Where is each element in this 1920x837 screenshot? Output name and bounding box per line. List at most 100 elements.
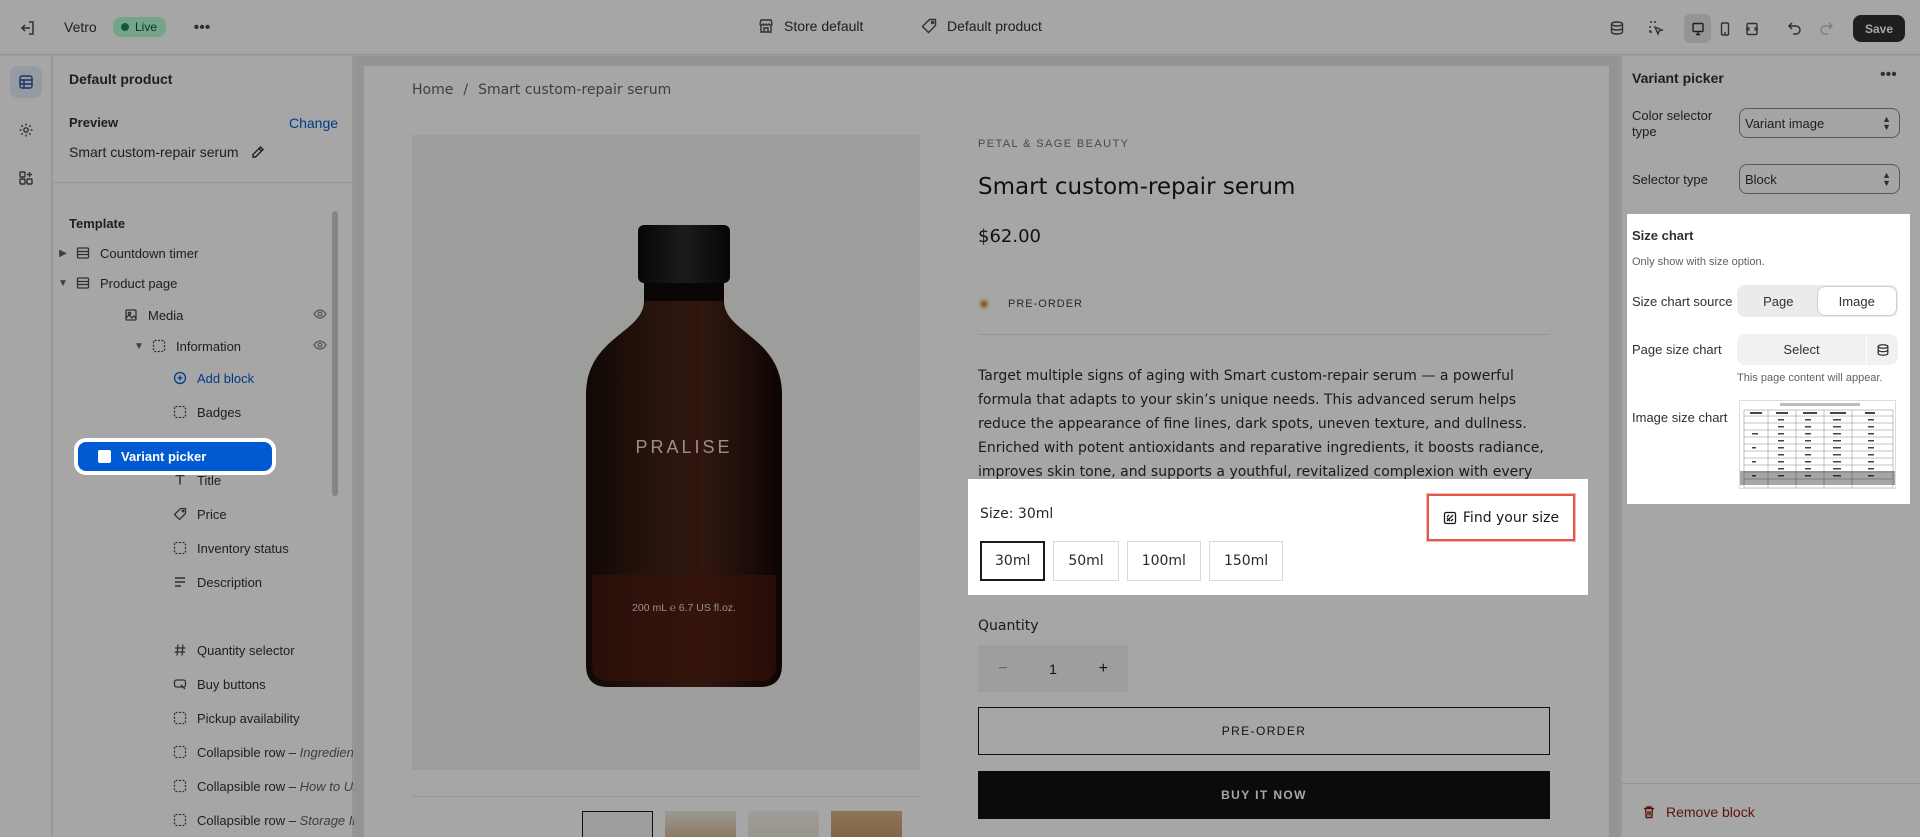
sidebar-title: Default product — [69, 71, 173, 87]
sections-icon[interactable] — [10, 66, 42, 98]
source-option-image[interactable]: Image — [1817, 287, 1896, 315]
inspector-icon[interactable] — [1644, 16, 1668, 40]
tree-item-label: Price — [197, 506, 227, 522]
block-icon — [172, 778, 188, 794]
size-chart-source-toggle: Page Image — [1737, 285, 1898, 317]
thumbnail-3[interactable] — [748, 811, 819, 837]
remove-block-label: Remove block — [1666, 804, 1755, 820]
buy-now-button[interactable]: BUY IT NOW — [978, 771, 1550, 819]
serum-bottle-image: PRALISE 200 mL ℮ 6.7 US fl.oz. — [586, 225, 782, 687]
tree-item-media[interactable]: Media — [123, 301, 343, 329]
plus-icon[interactable]: + — [1099, 660, 1108, 678]
add-block-button[interactable]: Add block — [172, 364, 254, 392]
store-selector[interactable]: Store default — [758, 18, 863, 34]
selector-type-value: Block — [1745, 171, 1777, 187]
database-icon[interactable] — [1867, 343, 1898, 357]
template-heading: Template — [69, 216, 126, 231]
save-button[interactable]: Save — [1853, 15, 1905, 42]
thumbnail-1[interactable] — [582, 811, 653, 837]
color-selector-select[interactable]: Variant image ▲ ▼ — [1739, 108, 1900, 138]
template-selector[interactable]: Default product — [921, 18, 1042, 34]
minus-icon[interactable]: − — [998, 660, 1007, 678]
apps-icon[interactable] — [10, 162, 42, 194]
tree-item-product-page[interactable]: ▼ Product page — [57, 269, 177, 297]
remove-block-button[interactable]: Remove block — [1642, 804, 1755, 820]
eye-icon[interactable] — [313, 307, 327, 324]
thumbnail-4[interactable] — [831, 811, 902, 837]
more-options-icon[interactable]: ••• — [1880, 66, 1897, 84]
app-name: Vetro — [64, 19, 97, 35]
change-preview-link[interactable]: Change — [289, 115, 338, 131]
page-select-button[interactable]: Select — [1737, 334, 1867, 365]
block-icon — [172, 540, 188, 556]
live-dot — [121, 23, 129, 31]
quantity-value[interactable]: 1 — [1049, 661, 1057, 677]
tree-item-countdown-timer[interactable]: ▶ Countdown timer — [57, 239, 198, 267]
block-icon — [172, 744, 188, 760]
edit-pencil-icon[interactable] — [251, 145, 265, 159]
eye-icon[interactable] — [313, 338, 327, 355]
block-icon — [172, 812, 188, 828]
tree-item-description[interactable]: Description — [172, 568, 262, 596]
tree-item-information[interactable]: ▼ Information — [134, 332, 343, 360]
more-actions-icon[interactable]: ••• — [190, 16, 214, 40]
product-image[interactable]: PRALISE 200 mL ℮ 6.7 US fl.oz. — [412, 135, 920, 770]
undo-icon[interactable] — [1782, 16, 1806, 40]
media-icon — [123, 307, 139, 323]
add-circle-icon — [172, 370, 188, 386]
mobile-view-icon[interactable] — [1711, 14, 1738, 43]
section-icon — [75, 275, 91, 291]
fullwidth-view-icon[interactable] — [1738, 14, 1765, 43]
chevron-down-icon[interactable]: ▼ — [133, 341, 145, 352]
top-bar: Vetro Live ••• Store default Default pro… — [0, 0, 1920, 55]
breadcrumb-home[interactable]: Home — [412, 82, 453, 98]
left-rail — [0, 56, 52, 837]
preorder-button[interactable]: PRE-ORDER — [978, 707, 1550, 755]
size-option-30ml[interactable]: 30ml — [980, 541, 1046, 581]
desktop-view-icon[interactable] — [1684, 14, 1711, 43]
button-icon — [172, 676, 188, 692]
sidebar-scrollbar[interactable] — [332, 211, 338, 496]
size-chart-heading: Size chart — [1632, 228, 1694, 243]
size-chart-source-label: Size chart source — [1632, 294, 1733, 309]
tree-item-quantity-selector[interactable]: Quantity selector — [172, 636, 295, 664]
size-option-50ml[interactable]: 50ml — [1053, 541, 1119, 581]
tree-item-label: Countdown timer — [100, 245, 199, 261]
database-icon[interactable] — [1605, 16, 1629, 40]
tree-item-label: Variant picker — [121, 449, 207, 464]
tree-item-label: Media — [148, 307, 184, 323]
tree-item-variant-picker[interactable]: Variant picker — [78, 442, 272, 471]
product-title: Smart custom-repair serum — [978, 174, 1296, 200]
page-size-chart-picker: Select — [1737, 334, 1898, 365]
tree-item-collapsible-how-to-use[interactable]: Collapsible row – How to Use — [172, 772, 367, 800]
find-your-size-button[interactable]: Find your size — [1427, 494, 1575, 541]
chevron-down-icon[interactable]: ▼ — [57, 278, 69, 289]
chevron-right-icon[interactable]: ▶ — [57, 248, 69, 259]
tree-item-price[interactable]: Price — [172, 500, 227, 528]
redo-icon[interactable] — [1815, 16, 1839, 40]
tree-item-collapsible-storage[interactable]: Collapsible row – Storage Inst... — [172, 806, 381, 834]
size-option-100ml[interactable]: 100ml — [1126, 541, 1201, 581]
size-chart-image[interactable] — [1739, 400, 1896, 489]
tree-item-buy-buttons[interactable]: Buy buttons — [172, 670, 266, 698]
text-icon — [172, 472, 188, 488]
source-option-page[interactable]: Page — [1739, 287, 1818, 315]
storefront-page: Home / Smart custom-repair serum PRALISE… — [364, 66, 1609, 837]
tree-item-pickup-availability[interactable]: Pickup availability — [172, 704, 300, 732]
tree-item-badges[interactable]: Badges — [172, 398, 241, 426]
selector-type-select[interactable]: Block ▲ ▼ — [1739, 164, 1900, 194]
product-vendor: PETAL & SAGE BEAUTY — [978, 138, 1130, 150]
size-option-150ml[interactable]: 150ml — [1208, 541, 1284, 581]
tree-item-inventory-status[interactable]: Inventory status — [172, 534, 289, 562]
tree-item-collapsible-ingredients[interactable]: Collapsible row – Ingredients — [172, 738, 364, 766]
size-chart-help: Only show with size option. — [1632, 256, 1765, 268]
sidebar-divider — [53, 182, 353, 183]
thumbnail-2[interactable] — [665, 811, 736, 837]
exit-icon[interactable] — [16, 16, 40, 40]
group-icon — [151, 338, 167, 354]
theme-settings-icon[interactable] — [10, 114, 42, 146]
variant-icon — [98, 450, 111, 463]
status-dot-icon — [978, 298, 990, 310]
select-arrows-icon: ▲ ▼ — [1882, 114, 1891, 132]
ruler-icon — [1443, 511, 1457, 524]
